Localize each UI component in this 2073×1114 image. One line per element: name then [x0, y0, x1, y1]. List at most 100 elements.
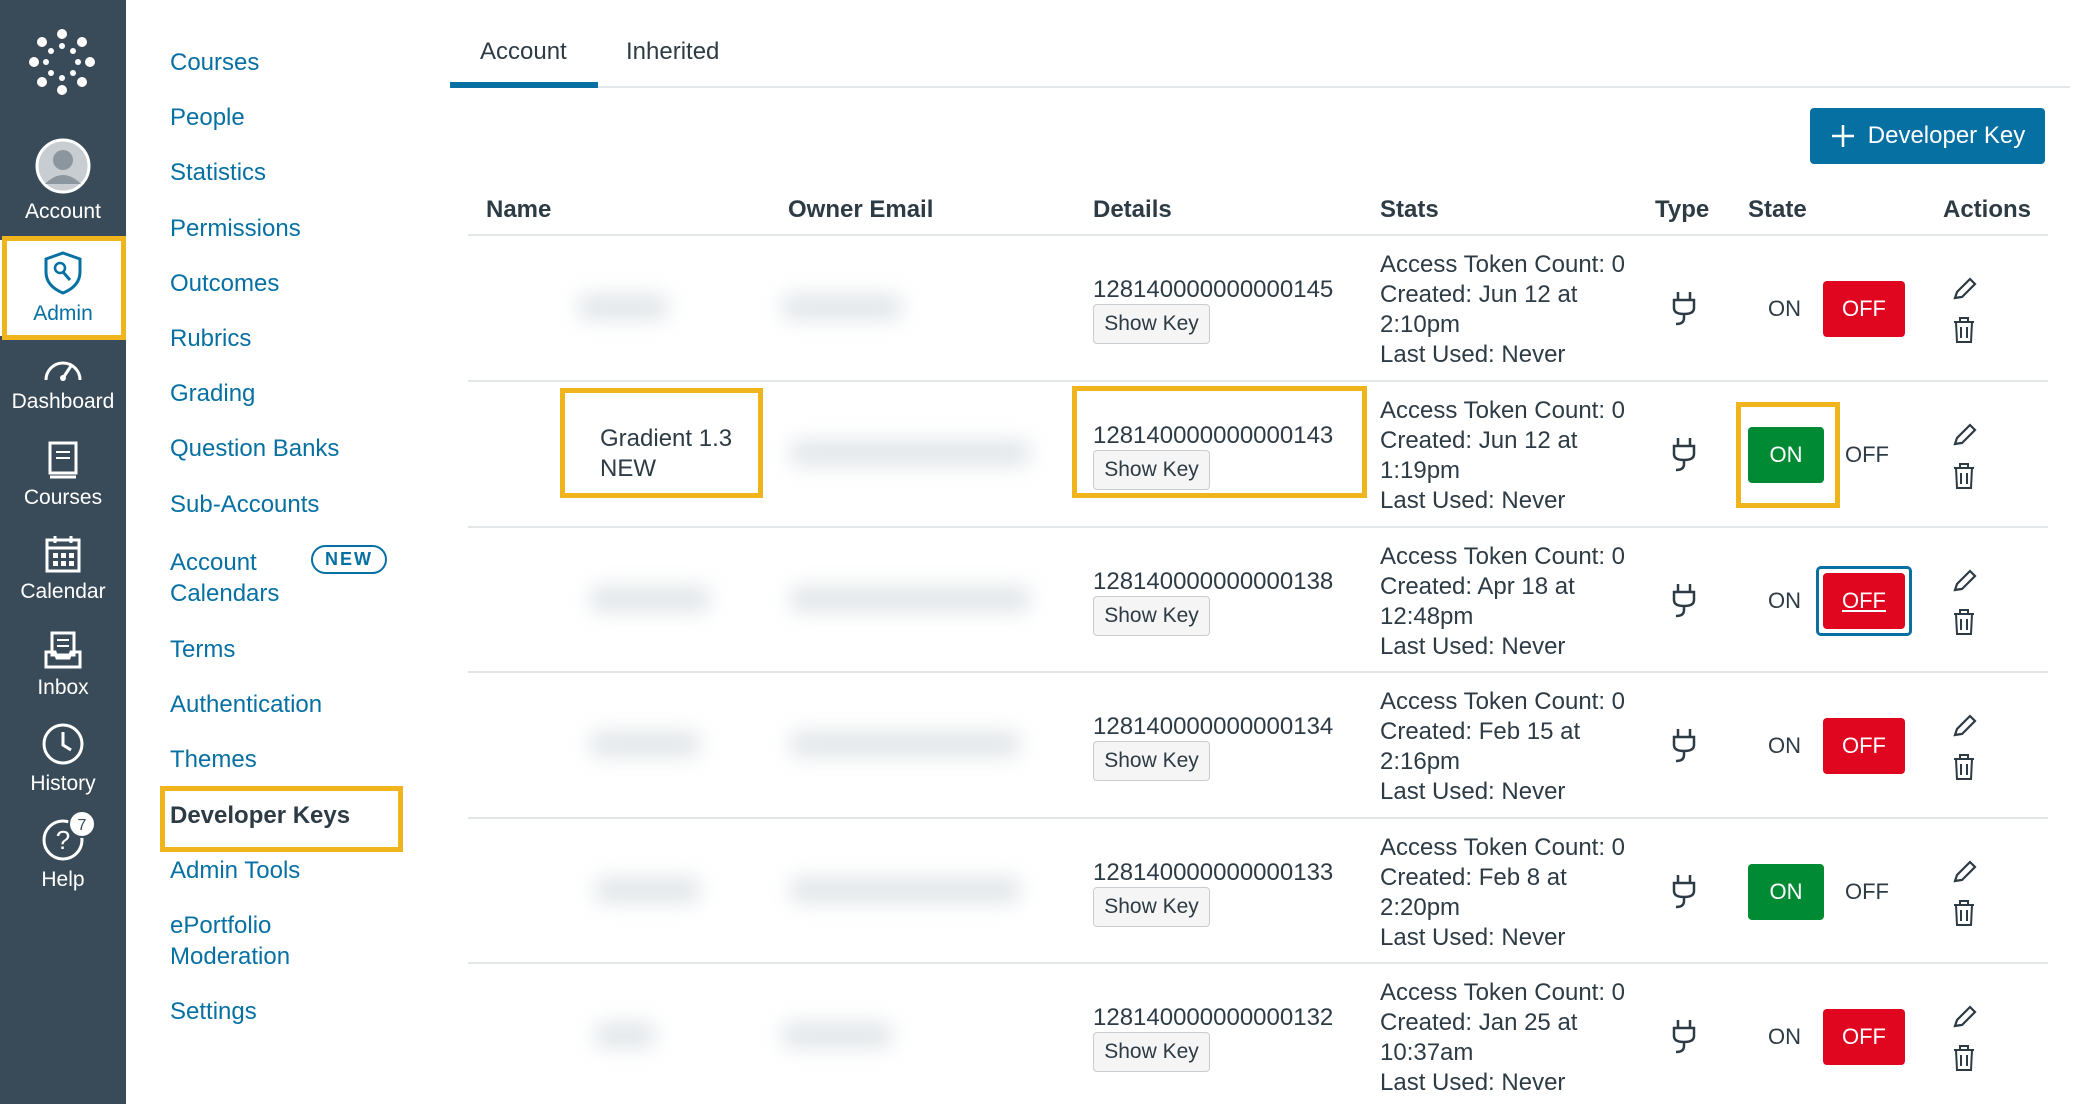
stats-line: Access Token Count: 0 — [1380, 979, 1626, 1006]
edit-pencil-icon[interactable] — [1951, 422, 1977, 450]
stats-line: 2:20pm — [1380, 894, 1461, 921]
stats-line: Last Used: Never — [1380, 487, 1566, 514]
tab-inherited[interactable]: Inherited — [626, 38, 719, 66]
state-off-button[interactable]: OFF — [1823, 1009, 1905, 1065]
table-row: 128140000000000138 Show Key Access Token… — [0, 528, 2073, 674]
lti-plug-icon — [1672, 875, 1696, 909]
nav-account[interactable]: Account — [0, 138, 126, 224]
stats-line: Access Token Count: 0 — [1380, 251, 1626, 278]
column-header-name: Name — [486, 196, 552, 223]
developer-key-id: 128140000000000145 — [1093, 276, 1334, 303]
nav-account-label: Account — [25, 200, 101, 223]
column-header-owner-email: Owner Email — [788, 196, 934, 223]
key-stats: Access Token Count: 0 Created: Jun 12 at… — [1380, 396, 1625, 516]
state-off-option[interactable]: OFF — [1845, 442, 1889, 468]
stats-line: Created: Feb 15 at — [1380, 718, 1581, 745]
key-stats: Access Token Count: 0 Created: Jan 25 at… — [1380, 978, 1625, 1098]
stats-line: Created: Jun 12 at — [1380, 281, 1578, 308]
state-on-option[interactable]: ON — [1768, 296, 1801, 322]
developer-keys-tabs: Account Inherited — [450, 0, 2070, 88]
developer-key-id: 128140000000000138 — [1093, 568, 1334, 595]
key-stats: Access Token Count: 0 Created: Apr 18 at… — [1380, 542, 1625, 662]
canvas-logo-icon[interactable] — [28, 28, 96, 96]
redacted-name — [578, 294, 668, 320]
redacted-owner-email — [782, 1022, 892, 1048]
active-tab-indicator — [450, 82, 598, 88]
delete-trash-icon[interactable] — [1951, 753, 1977, 781]
edit-pencil-icon[interactable] — [1951, 1004, 1977, 1032]
table-row: 128140000000000134 Show Key Access Token… — [0, 673, 2073, 819]
delete-trash-icon[interactable] — [1951, 462, 1977, 490]
state-on-option[interactable]: ON — [1768, 588, 1801, 614]
state-off-option[interactable]: OFF — [1845, 879, 1889, 905]
redacted-owner-email — [790, 731, 1020, 757]
column-header-actions: Actions — [1943, 196, 2032, 223]
edit-pencil-icon[interactable] — [1951, 276, 1977, 304]
stats-line: Last Used: Never — [1380, 341, 1566, 368]
show-key-button[interactable]: Show Key — [1093, 1032, 1210, 1072]
show-key-button[interactable]: Show Key — [1093, 887, 1210, 927]
table-row: 128140000000000145 Show Key Access Token… — [0, 236, 2073, 382]
redacted-owner-email — [790, 586, 1030, 612]
key-id-highlight — [1072, 386, 1367, 498]
state-on-highlight — [1736, 402, 1840, 508]
add-developer-key-button[interactable]: Developer Key — [1810, 108, 2045, 164]
stats-line: Access Token Count: 0 — [1380, 397, 1626, 424]
stats-line: Access Token Count: 0 — [1380, 834, 1626, 861]
state-off-button[interactable]: OFF — [1823, 281, 1905, 337]
stats-line: Access Token Count: 0 — [1380, 543, 1626, 570]
lti-plug-icon — [1672, 292, 1696, 326]
show-key-button[interactable]: Show Key — [1093, 596, 1210, 636]
stats-line: 12:48pm — [1380, 603, 1474, 630]
stats-line: Created: Jan 25 at — [1380, 1009, 1578, 1036]
delete-trash-icon[interactable] — [1951, 316, 1977, 344]
lti-plug-icon — [1672, 729, 1696, 763]
table-row: 128140000000000133 Show Key Access Token… — [0, 819, 2073, 965]
lti-plug-icon — [1672, 584, 1696, 618]
state-on-option[interactable]: ON — [1768, 1024, 1801, 1050]
developer-key-id: 128140000000000134 — [1093, 713, 1334, 740]
delete-trash-icon[interactable] — [1951, 899, 1977, 927]
stats-line: Created: Apr 18 at — [1380, 573, 1575, 600]
key-stats: Access Token Count: 0 Created: Jun 12 at… — [1380, 250, 1625, 370]
redacted-name — [590, 731, 700, 757]
avatar-icon — [35, 138, 91, 194]
state-on-option[interactable]: ON — [1768, 733, 1801, 759]
edit-pencil-icon[interactable] — [1951, 568, 1977, 596]
show-key-button[interactable]: Show Key — [1093, 741, 1210, 781]
key-stats: Access Token Count: 0 Created: Feb 15 at… — [1380, 687, 1625, 807]
key-stats: Access Token Count: 0 Created: Feb 8 at … — [1380, 833, 1625, 953]
state-off-button[interactable]: OFF — [1823, 718, 1905, 774]
name-highlight — [560, 388, 763, 498]
subnav-people[interactable]: People — [170, 103, 245, 133]
add-developer-key-label: Developer Key — [1867, 122, 2026, 149]
redacted-name — [595, 877, 700, 903]
edit-pencil-icon[interactable] — [1951, 713, 1977, 741]
subnav-statistics[interactable]: Statistics — [170, 158, 266, 188]
off-button-focus-ring — [1816, 566, 1912, 636]
lti-plug-icon — [1672, 438, 1696, 472]
delete-trash-icon[interactable] — [1951, 1044, 1977, 1072]
edit-pencil-icon[interactable] — [1951, 859, 1977, 887]
tab-account[interactable]: Account — [480, 38, 567, 66]
stats-line: Last Used: Never — [1380, 633, 1566, 660]
stats-line: Created: Feb 8 at — [1380, 864, 1567, 891]
show-key-button[interactable]: Show Key — [1093, 304, 1210, 344]
lti-plug-icon — [1672, 1020, 1696, 1054]
redacted-owner-email — [790, 440, 1030, 466]
stats-line: Access Token Count: 0 — [1380, 688, 1626, 715]
redacted-name — [590, 586, 710, 612]
stats-line: Created: Jun 12 at — [1380, 427, 1578, 454]
stats-line: Last Used: Never — [1380, 778, 1566, 805]
subnav-courses[interactable]: Courses — [170, 48, 259, 78]
column-header-stats: Stats — [1380, 196, 1439, 223]
stats-line: 10:37am — [1380, 1039, 1474, 1066]
stats-line: 1:19pm — [1380, 457, 1461, 484]
stats-line: Last Used: Never — [1380, 924, 1566, 951]
column-header-state: State — [1748, 196, 1807, 223]
state-on-button[interactable]: ON — [1748, 864, 1824, 920]
column-header-details: Details — [1093, 196, 1172, 223]
delete-trash-icon[interactable] — [1951, 608, 1977, 636]
stats-line: 2:16pm — [1380, 748, 1461, 775]
plus-icon — [1831, 125, 1854, 147]
